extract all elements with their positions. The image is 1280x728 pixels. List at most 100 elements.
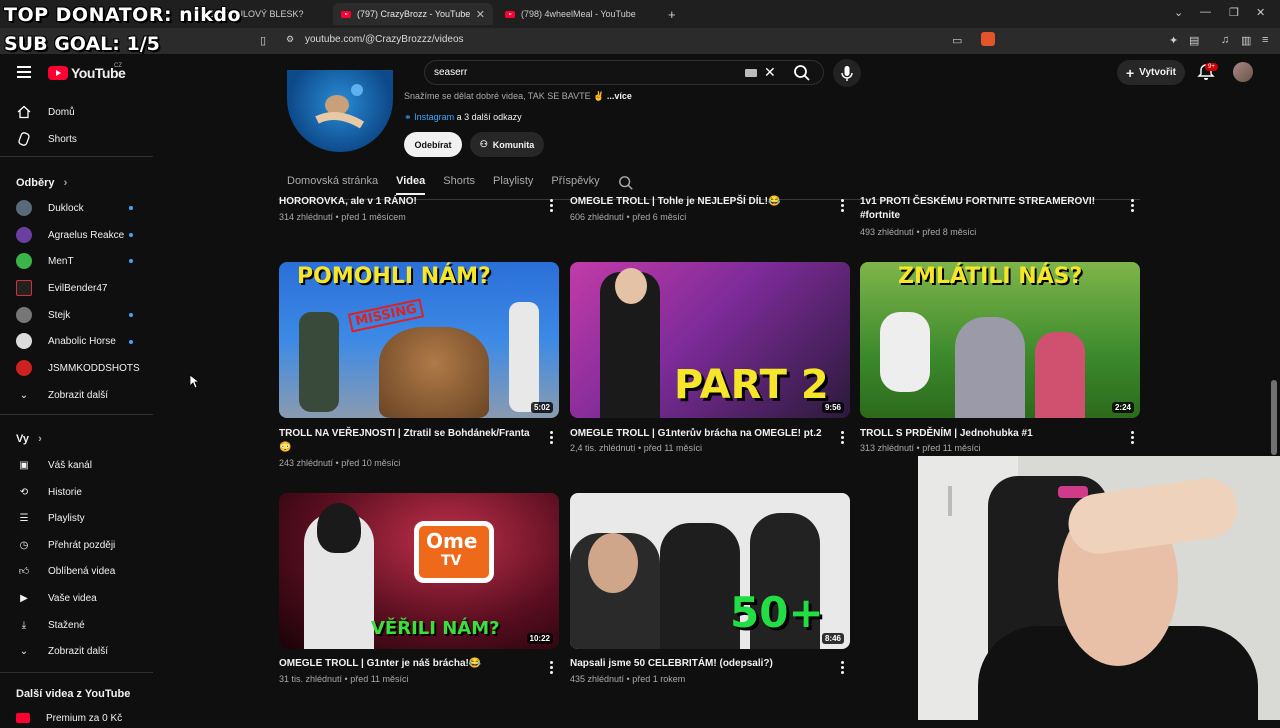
create-label: Vytvořit: [1139, 67, 1177, 78]
video-title[interactable]: TROLL NA VEŘEJNOSTI | Ztratil se Bohdáne…: [279, 427, 541, 455]
more-actions-icon[interactable]: [550, 661, 554, 676]
instagram-link[interactable]: Instagram: [414, 112, 454, 122]
sidebar-item-playlists[interactable]: ☰ Playlisty: [16, 508, 85, 528]
video-meta: 2,4 tis. zhlédnutí • před 11 měsíci: [570, 443, 703, 453]
video-title[interactable]: 1v1 PROTI ČESKÉMU FORTNITE STREAMEROVI! …: [860, 195, 1122, 223]
more-actions-icon[interactable]: [841, 199, 845, 214]
search-button[interactable]: [788, 62, 816, 84]
sidebar-sub-jsmmkoddshots[interactable]: JSMMKODDSHOTS: [16, 358, 140, 378]
keyboard-icon[interactable]: [745, 69, 757, 77]
tab-posts[interactable]: Příspěvky: [551, 175, 599, 195]
menu-icon[interactable]: ≡: [1262, 34, 1268, 46]
sidebar-item-your-videos[interactable]: ▶ Vaše videa: [16, 588, 97, 608]
extensions-icon[interactable]: ✦: [1169, 34, 1178, 47]
community-button[interactable]: ⚇ Komunita: [470, 132, 544, 157]
subscribe-button[interactable]: Odebírat: [404, 132, 462, 157]
bookmark-icon[interactable]: ▯: [260, 34, 266, 47]
sidebar-item-home[interactable]: Domů: [16, 102, 75, 122]
search-input[interactable]: seaserr: [434, 67, 467, 78]
video-thumbnail[interactable]: 50+ 8:46: [570, 493, 850, 649]
clear-search-icon[interactable]: ✕: [764, 64, 776, 81]
browser-tab-active[interactable]: (797) CrazyBrozz - YouTube ✕: [333, 3, 493, 25]
video-title[interactable]: Napsali jsme 50 CELEBRITÁM! (odepsali?): [570, 657, 832, 671]
sidebar-sub-anabolic-horse[interactable]: Anabolic Horse: [16, 331, 116, 351]
sidebar-item-label: MenT: [48, 255, 74, 267]
page-scrollbar[interactable]: [1271, 380, 1277, 455]
voice-search-button[interactable]: [833, 59, 861, 87]
sidebar-sub-stejk[interactable]: Stejk: [16, 305, 70, 325]
channel-description[interactable]: Snažíme se dělat dobré videa, TAK SE BAV…: [404, 91, 632, 102]
more-actions-icon[interactable]: [550, 431, 554, 446]
chevron-down-icon: ⌄: [19, 645, 29, 657]
playlist-icon: ☰: [19, 512, 29, 524]
shorts-icon: [16, 131, 32, 147]
video-title[interactable]: HOROROVKA, ale v 1 RÁNO!: [279, 195, 541, 209]
sidebar-sub-agraelus[interactable]: Agraelus Reakce: [16, 225, 124, 245]
more-actions-icon[interactable]: [841, 661, 845, 676]
video-thumbnail[interactable]: POMOHLI NÁM? MISSING 5:02: [279, 262, 559, 418]
more-actions-icon[interactable]: [841, 431, 845, 446]
sidebar-show-more[interactable]: ⌄ Zobrazit další: [16, 641, 108, 661]
guide-menu-icon[interactable]: [17, 66, 31, 81]
home-icon: [16, 104, 32, 120]
sidebar-item-shorts[interactable]: Shorts: [16, 129, 77, 149]
site-info-icon[interactable]: ⚙: [286, 34, 294, 45]
tab-shorts[interactable]: Shorts: [443, 175, 475, 195]
new-tab-icon[interactable]: +: [660, 3, 684, 25]
channel-avatar-large[interactable]: [287, 70, 393, 152]
youtube-logo[interactable]: YouTube CZ: [48, 63, 126, 81]
sidebar-item-premium[interactable]: Premium za 0 Kč: [16, 708, 122, 728]
wallet-icon[interactable]: ▤: [1189, 34, 1199, 47]
more-actions-icon[interactable]: [1131, 431, 1135, 446]
create-button[interactable]: + Vytvořit: [1117, 60, 1185, 85]
sidebar-item-your-channel[interactable]: ▣ Váš kanál: [16, 455, 92, 475]
sidebar-show-more[interactable]: ⌄ Zobrazit další: [16, 385, 108, 405]
sidebar-item-watch-later[interactable]: ◷ Přehrát později: [16, 535, 116, 555]
sidebar-item-history[interactable]: ⟲ Historie: [16, 482, 82, 502]
browser-tab[interactable]: (798) 4wheelMeal - YouTube: [497, 3, 657, 25]
video-title[interactable]: TROLL S PRDĚNÍM | Jednohubka #1: [860, 427, 1122, 441]
more-actions-icon[interactable]: [550, 199, 554, 214]
sidebar-item-downloads[interactable]: ⤓ Stažené: [16, 615, 85, 635]
video-meta: 606 zhlédnutí • před 6 měsíci: [570, 212, 687, 222]
close-tab-icon[interactable]: ✕: [476, 8, 485, 21]
video-thumbnail[interactable]: Ome TV VĚŘILI NÁM? 10:22: [279, 493, 559, 649]
video-meta: 31 tis. zhlédnutí • před 11 měsíci: [279, 674, 409, 684]
sidebar-toggle-icon[interactable]: ▥: [1241, 34, 1251, 47]
subscriptions-header[interactable]: Odběry ›: [16, 177, 67, 189]
minimize-icon[interactable]: —: [1200, 6, 1211, 18]
user-avatar[interactable]: [1233, 62, 1253, 82]
tab-playlists[interactable]: Playlisty: [493, 175, 533, 195]
close-window-icon[interactable]: ✕: [1256, 6, 1265, 19]
tab-list-icon[interactable]: ⌄: [1174, 6, 1183, 19]
video-thumbnail[interactable]: ZMLÁTILI NÁS? 2:24: [860, 262, 1140, 418]
video-meta: 493 zhlédnutí • před 8 měsíci: [860, 227, 977, 237]
more-link[interactable]: ...více: [607, 91, 632, 101]
sidebar-item-liked[interactable]: 👍︎ Oblíbená videa: [16, 561, 116, 581]
tab-home[interactable]: Domovská stránka: [287, 175, 378, 195]
cast-icon[interactable]: ▭: [952, 34, 962, 47]
person-image: [880, 312, 930, 392]
channel-search-icon[interactable]: [618, 175, 634, 191]
you-header[interactable]: Vy ›: [16, 433, 42, 445]
channel-avatar: [16, 280, 32, 296]
media-icon[interactable]: ♫: [1221, 34, 1229, 46]
video-title[interactable]: OMEGLE TROLL | G1nter je náš brácha!😂: [279, 657, 541, 671]
sidebar-sub-ment[interactable]: MenT: [16, 251, 74, 271]
more-actions-icon[interactable]: [1131, 199, 1135, 214]
sidebar-sub-evilbender[interactable]: EvilBender47: [16, 278, 107, 298]
channel-links[interactable]: ⚭ Instagram a 3 další odkazy: [404, 112, 522, 123]
thumbnail-text: POMOHLI NÁM?: [297, 264, 491, 289]
restore-icon[interactable]: ❐: [1229, 6, 1239, 19]
sidebar-sub-duklock[interactable]: Duklock: [16, 198, 84, 218]
tab-videos[interactable]: Videa: [396, 175, 426, 195]
new-content-dot: [129, 259, 133, 263]
youtube-favicon-icon: [341, 10, 351, 18]
video-title[interactable]: OMEGLE TROLL | Tohle je NEJLEPŠÍ DÍL!😂: [570, 195, 832, 209]
more-links[interactable]: a 3 další odkazy: [457, 112, 522, 122]
video-title[interactable]: OMEGLE TROLL | G1nterův brácha na OMEGLE…: [570, 427, 832, 441]
url-field[interactable]: youtube.com/@CrazyBrozzz/videos: [305, 34, 464, 45]
video-thumbnail[interactable]: PART 2 9:56: [570, 262, 850, 418]
channel-icon: ▣: [19, 459, 29, 471]
brave-shield-icon[interactable]: [981, 32, 995, 46]
